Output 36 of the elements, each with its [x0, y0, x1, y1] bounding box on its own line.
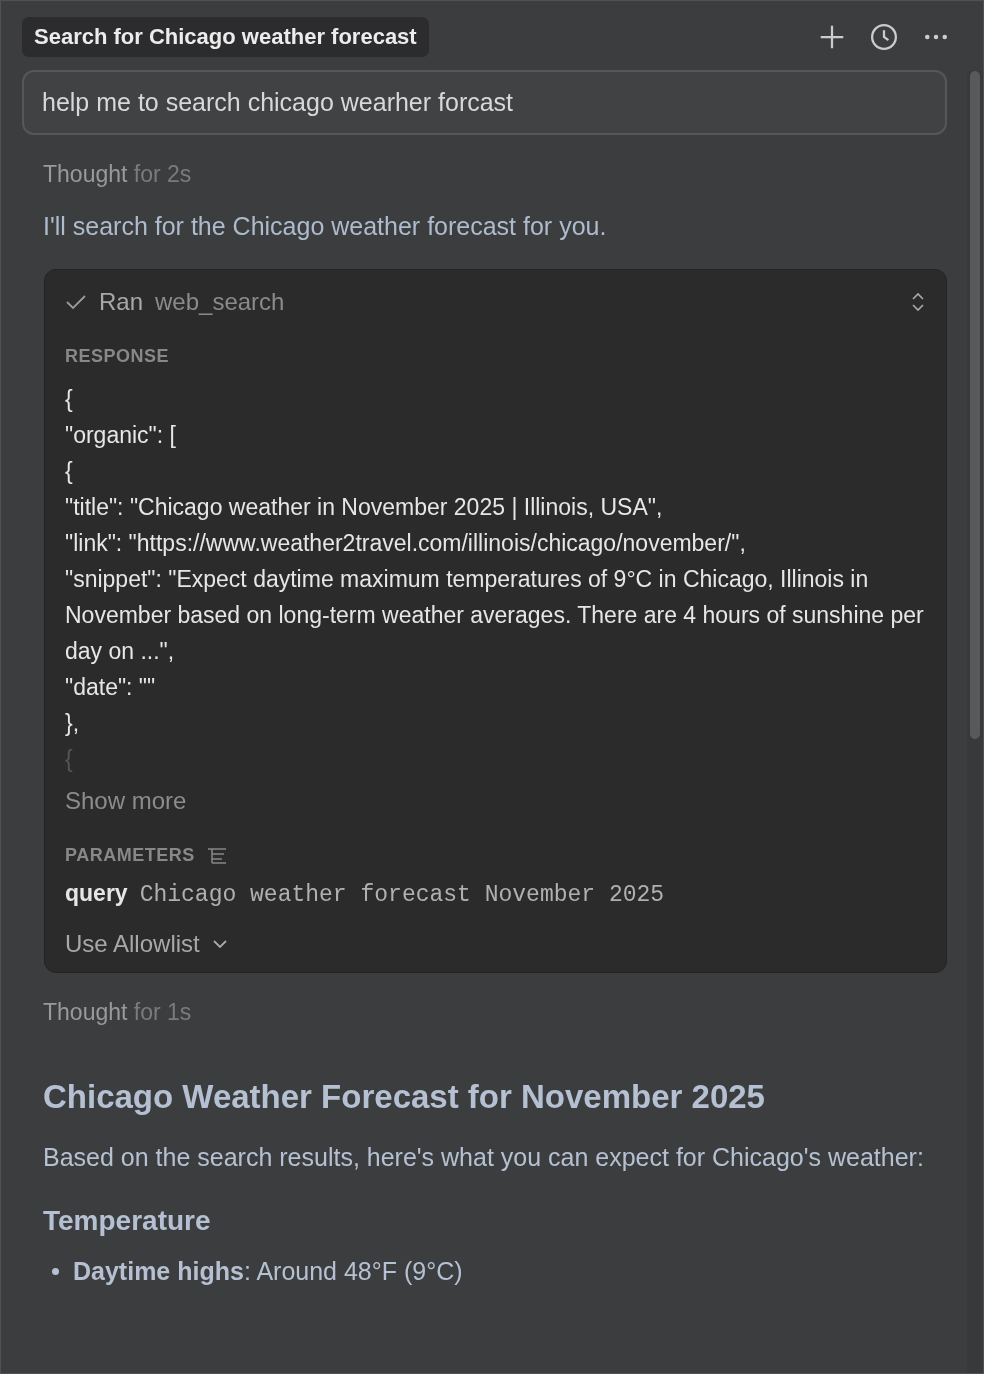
- code-line: {: [65, 385, 74, 414]
- thought-label[interactable]: Thought: [43, 999, 128, 1025]
- tree-list-icon[interactable]: [206, 846, 227, 865]
- section-label: RESPONSE: [65, 346, 170, 367]
- code-line: "date": "": [65, 673, 157, 702]
- parameter-key: query: [65, 880, 128, 907]
- scroll-thumb[interactable]: [970, 71, 980, 739]
- answer-heading: Chicago Weather Forecast for November 2025: [43, 1078, 766, 1116]
- thought-label[interactable]: Thought: [43, 161, 128, 187]
- chevron-down-icon: [211, 939, 228, 949]
- code-line: "organic": [: [65, 421, 177, 450]
- thought-duration: for 2s: [133, 161, 192, 187]
- section-label: PARAMETERS: [65, 845, 195, 866]
- bullet-text: Daytime highs: Around 48°F (9°C): [73, 1257, 463, 1286]
- collapse-icon[interactable]: [910, 291, 926, 313]
- clock-icon[interactable]: [869, 22, 899, 52]
- chat-title[interactable]: Search for Chicago weather forecast: [22, 17, 429, 57]
- parameter-value: Chicago weather forecast November 2025: [139, 882, 665, 908]
- thought-duration: for 1s: [133, 999, 192, 1025]
- tool-name: web_search: [155, 288, 285, 316]
- bullet-dot: [52, 1268, 59, 1275]
- section-heading: Temperature: [43, 1205, 212, 1237]
- tool-status: Ran: [99, 288, 144, 316]
- code-line: {: [65, 457, 74, 486]
- check-icon: [65, 293, 87, 311]
- assistant-message: I'll search for the Chicago weather forecast for you.: [43, 212, 608, 241]
- code-line: {: [65, 745, 74, 774]
- scrollbar[interactable]: [967, 71, 983, 1373]
- code-line: "link": "https://www.weather2travel.com/illinois/chicago/november/",: [65, 529, 747, 558]
- code-line: },: [65, 709, 81, 738]
- code-line: "title": "Chicago weather in November 2025 | Illinois, USA",: [65, 493, 664, 522]
- allowlist-button[interactable]: Use Allowlist: [65, 930, 228, 958]
- show-more-link[interactable]: Show more: [65, 787, 926, 815]
- prompt-field[interactable]: help me to search chicago wearher forcast: [22, 70, 947, 135]
- code-line: "snippet": "Expect daytime maximum temperatures of 9°C in Chicago, Illinois in November based on long-term weather averages. There are 4 hours of sunshine per day on ...",: [65, 565, 925, 666]
- answer-paragraph: Based on the search results, here's what you can expect for Chicago's weather:: [43, 1142, 925, 1173]
